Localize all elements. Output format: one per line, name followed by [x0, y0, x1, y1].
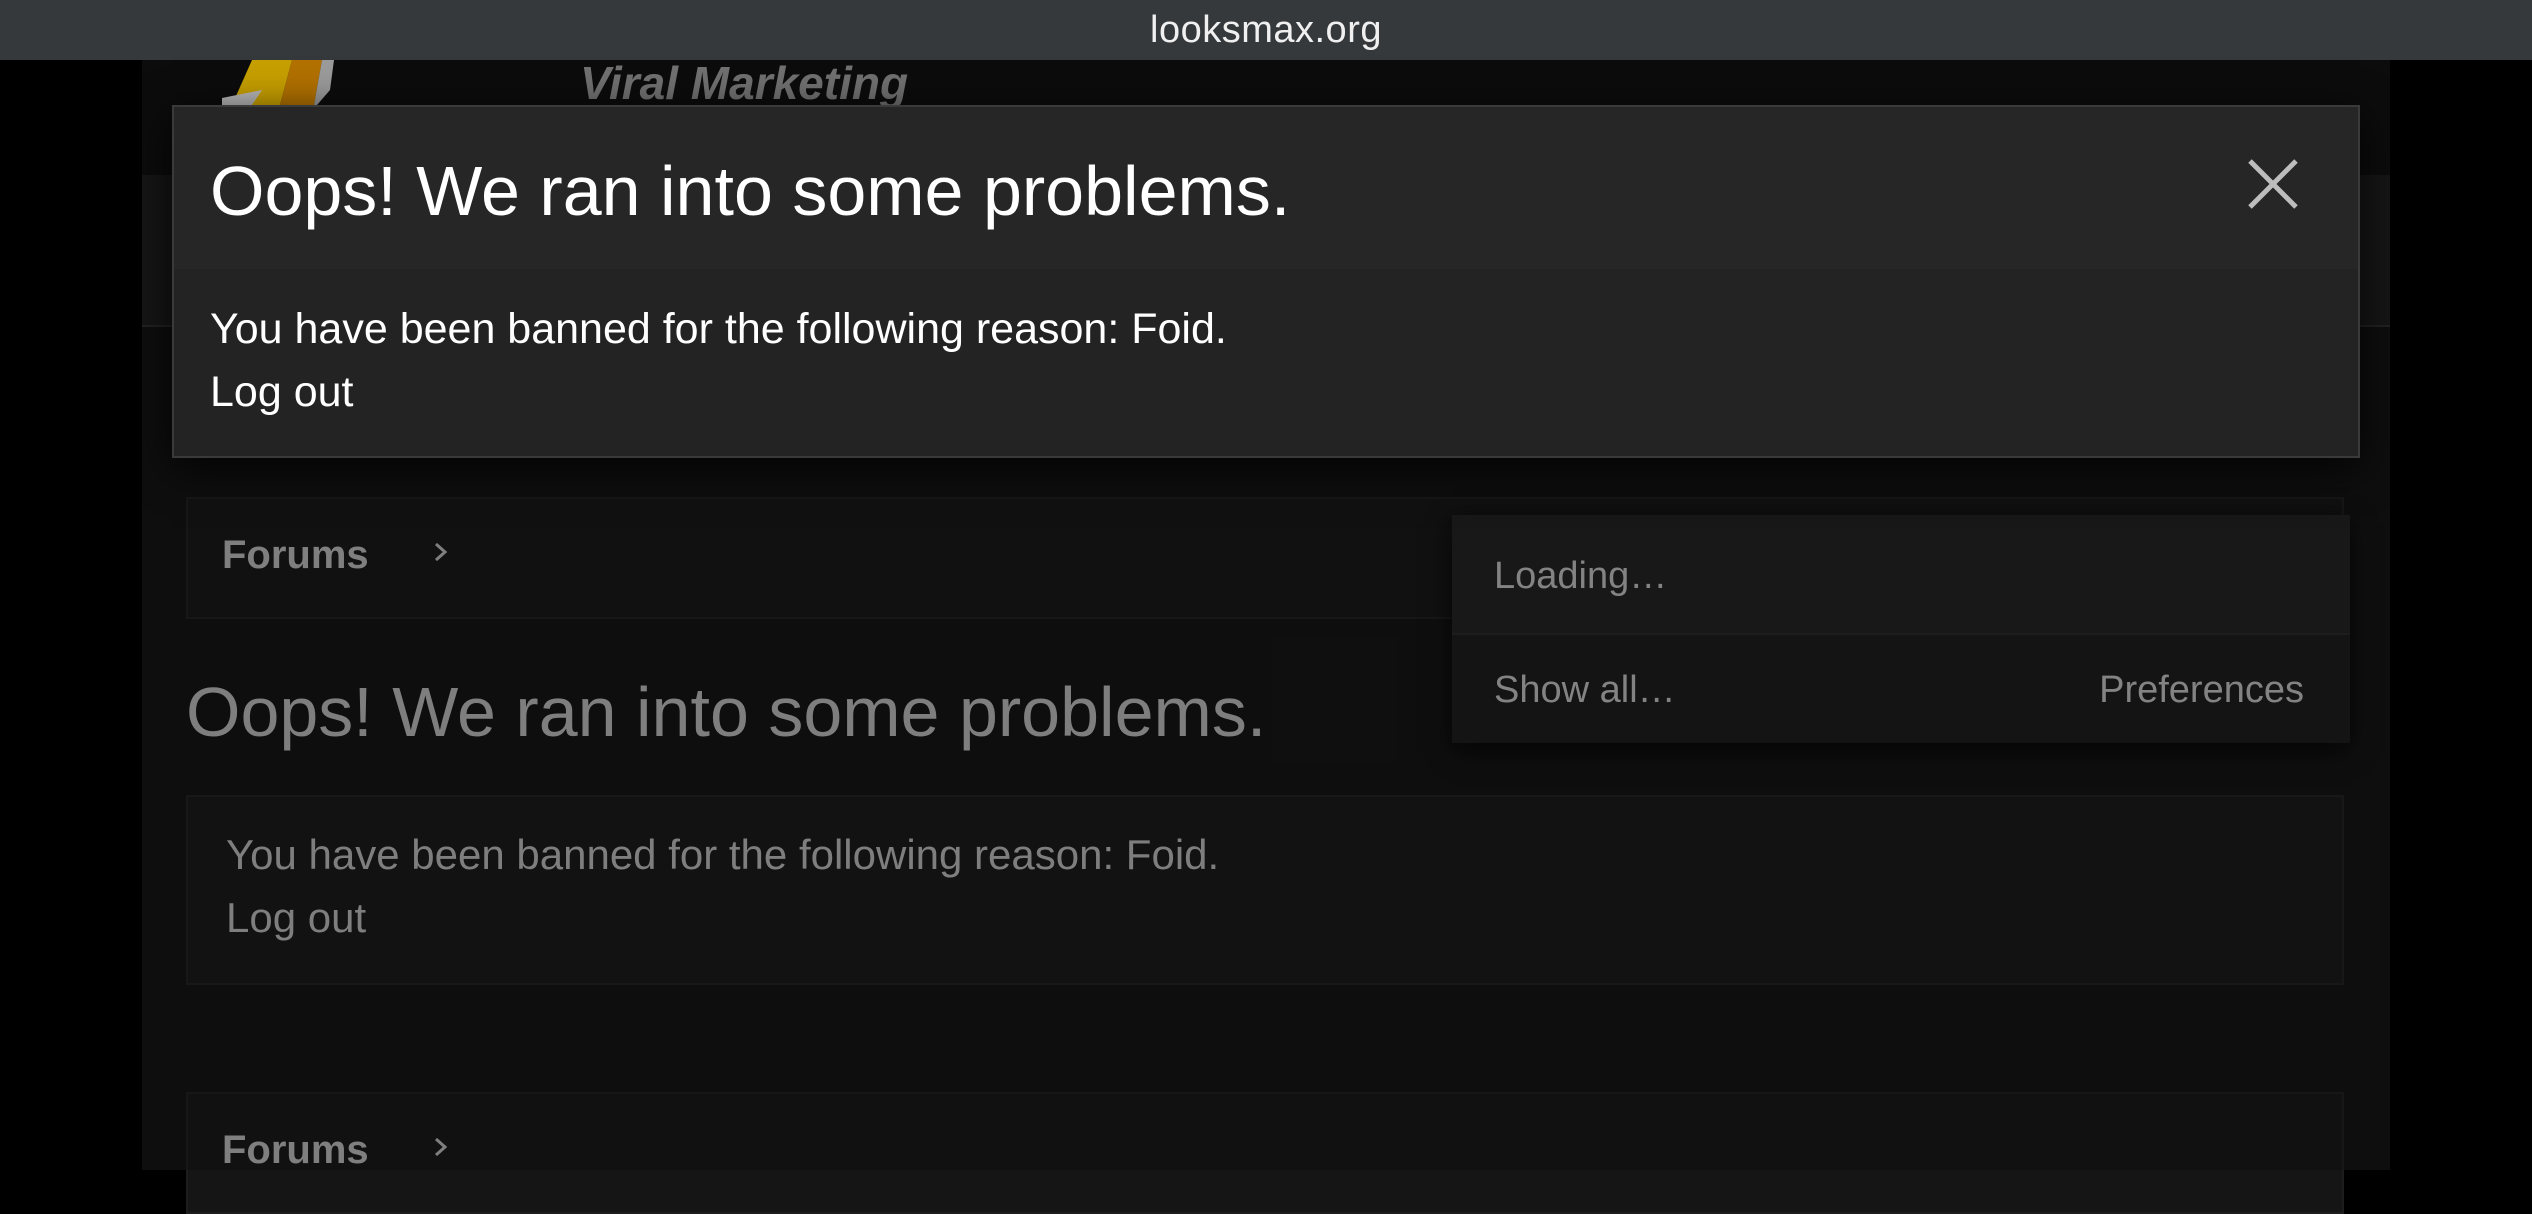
modal-title: Oops! We ran into some problems.	[210, 152, 1291, 230]
modal-header: Oops! We ran into some problems.	[174, 107, 2358, 269]
modal-body: You have been banned for the following r…	[174, 269, 2358, 456]
modal-ban-message: You have been banned for the following r…	[210, 305, 1227, 353]
error-modal: Oops! We ran into some problems. You hav…	[172, 105, 2360, 458]
close-icon[interactable]	[2244, 155, 2302, 213]
modal-logout-link[interactable]: Log out	[210, 368, 353, 417]
browser-url-bar[interactable]: looksmax.org	[0, 0, 2532, 60]
url-text: looksmax.org	[1150, 8, 1382, 51]
